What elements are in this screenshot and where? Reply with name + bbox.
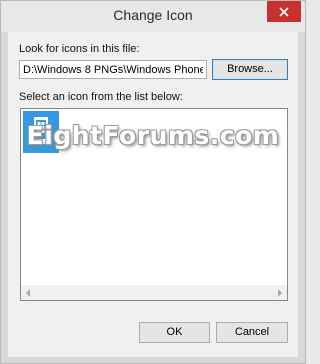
title-bar: Change Icon — [1, 1, 305, 32]
file-path-input[interactable] — [19, 60, 207, 79]
scroll-left-icon[interactable] — [26, 289, 30, 297]
cancel-label: Cancel — [234, 326, 270, 338]
ok-label: OK — [166, 326, 183, 338]
close-icon — [279, 6, 289, 17]
dialog-title: Change Icon — [113, 7, 193, 23]
site-watermark: EightForums.com — [26, 121, 280, 150]
browse-button[interactable]: Browse... — [212, 59, 288, 80]
dialog-body: Look for icons in this file: Browse... S… — [8, 32, 298, 357]
file-label: Look for icons in this file: — [19, 43, 140, 55]
scroll-right-icon[interactable] — [278, 289, 282, 297]
ok-button[interactable]: OK — [139, 322, 210, 343]
horizontal-scrollbar[interactable] — [21, 285, 287, 300]
cancel-button[interactable]: Cancel — [216, 322, 288, 343]
browse-label: Browse... — [227, 63, 273, 75]
close-button[interactable] — [267, 1, 301, 22]
icon-list-label: Select an icon from the list below: — [19, 91, 183, 103]
change-icon-dialog: Change Icon Look for icons in this file:… — [0, 0, 306, 364]
